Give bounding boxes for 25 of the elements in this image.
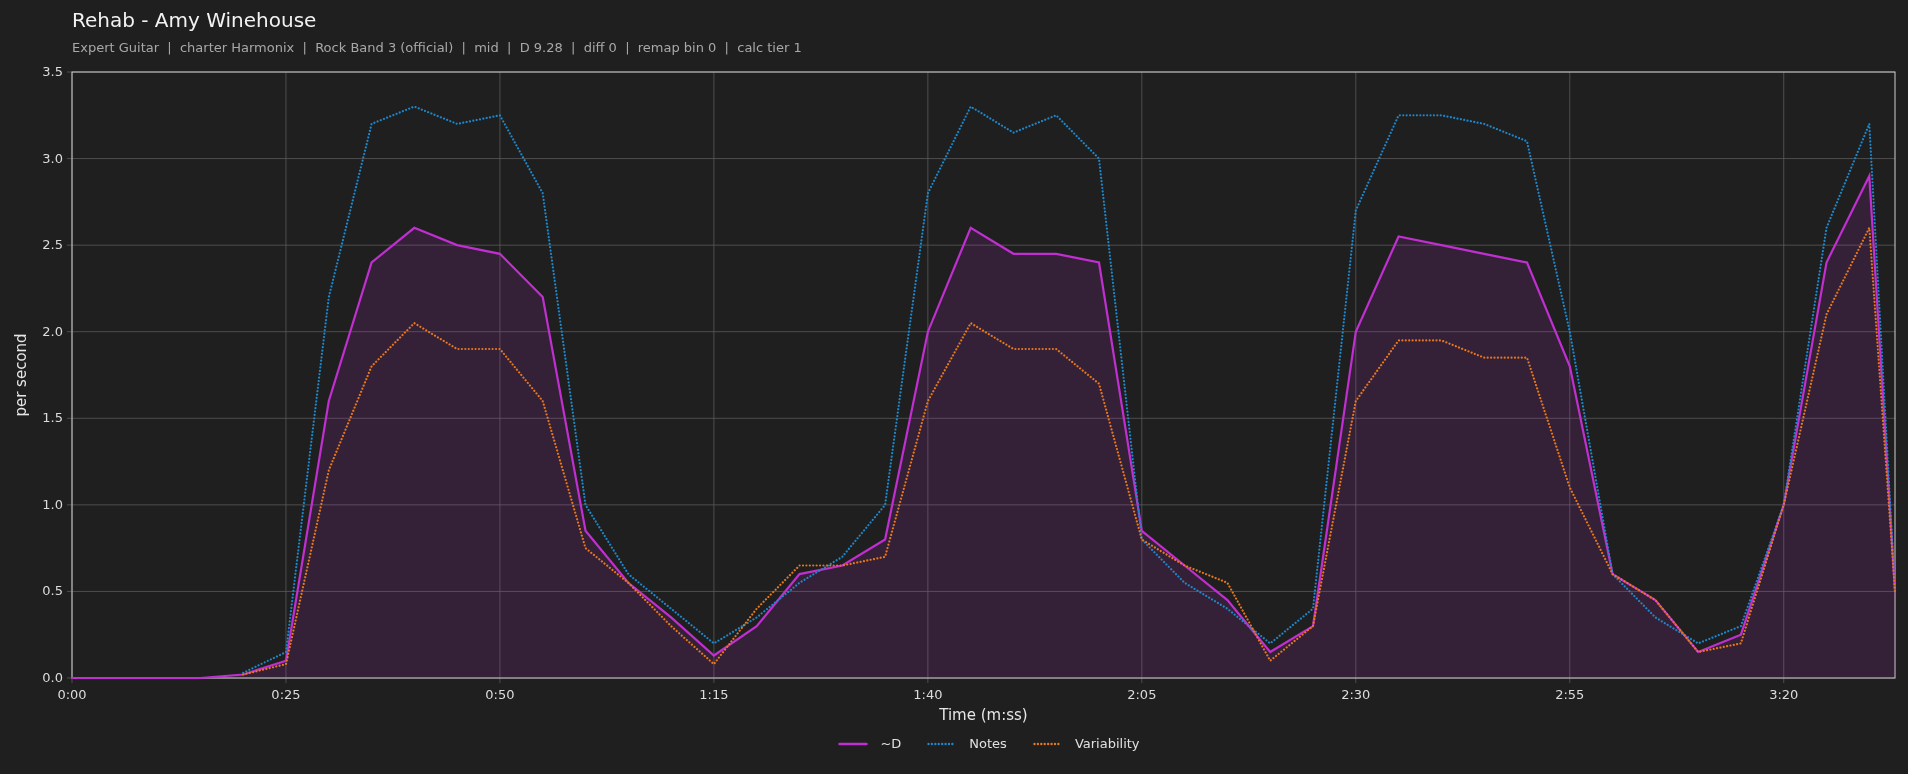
y-tick-label: 0.5 — [42, 583, 63, 599]
x-tick-label: 0:50 — [485, 687, 515, 702]
x-tick-label: 0:00 — [57, 687, 87, 702]
solid-line-swatch-icon — [838, 741, 869, 746]
chart-subtitle: Expert Guitar | charter Harmonix | Rock Band 3 (official) | mid | D 9.28 | diff 0 | remap bin 0 | calc tier 1 — [72, 40, 802, 56]
x-axis-title: Time (m:ss) — [939, 706, 1028, 724]
y-tick-label: 3.0 — [42, 150, 63, 166]
y-tick-label: 2.0 — [42, 323, 63, 339]
x-tick-label: 1:40 — [913, 687, 943, 702]
x-tick-label: 2:30 — [1341, 687, 1371, 702]
y-tick-label: 3.5 — [42, 66, 63, 79]
x-tick-label: 0:25 — [271, 687, 301, 702]
chart-title: Rehab - Amy Winehouse — [72, 8, 317, 32]
y-tick-label: 0.0 — [42, 670, 63, 685]
legend-label: ~D — [880, 736, 902, 751]
y-axis-title: per second — [12, 333, 30, 417]
x-tick-label: 2:05 — [1127, 687, 1157, 702]
y-tick-label: 1.0 — [42, 496, 63, 512]
x-tick-label: 3:20 — [1769, 687, 1799, 702]
legend-label: Variability — [1074, 736, 1140, 751]
x-tick-label: 2:55 — [1555, 687, 1585, 702]
y-tick-label: 1.5 — [42, 410, 63, 426]
x-tick-label: 1:15 — [699, 687, 729, 702]
y-tick-label: 2.5 — [42, 237, 63, 253]
legend-label: Notes — [969, 736, 1007, 751]
